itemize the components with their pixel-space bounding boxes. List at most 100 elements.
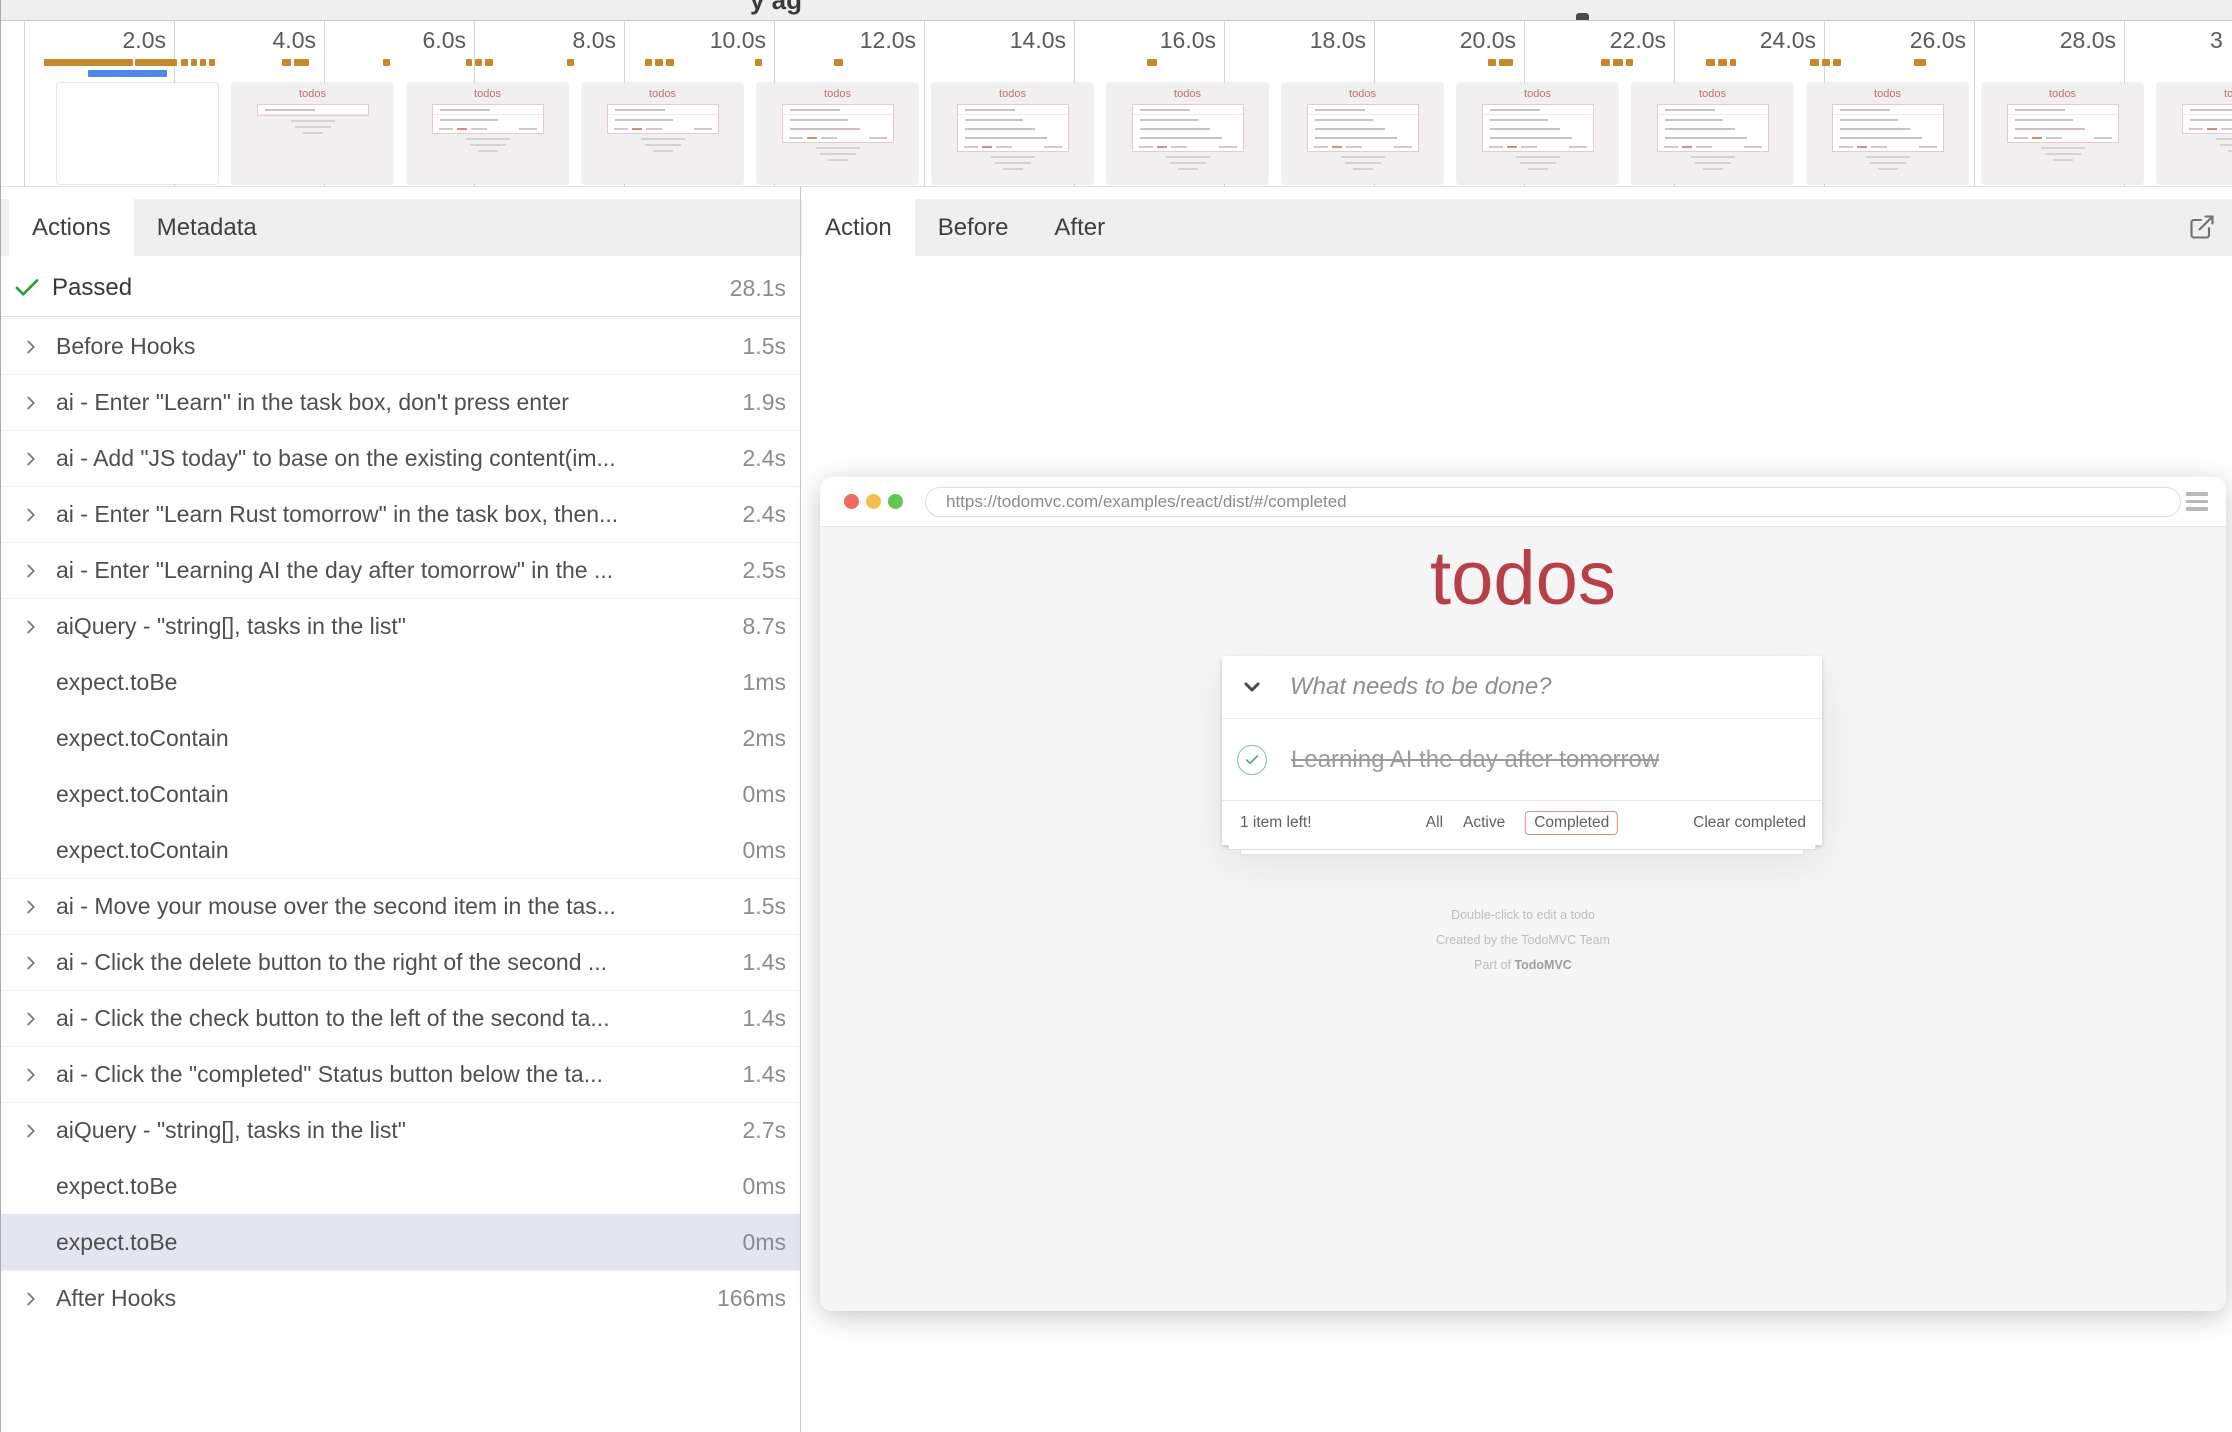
chevron-right-icon[interactable] (20, 616, 42, 638)
timeline-tick-label: 18.0s (1310, 27, 1366, 54)
filmstrip-thumbnail[interactable] (57, 83, 218, 184)
new-todo-input[interactable]: What needs to be done? (1290, 673, 1552, 701)
action-row[interactable]: ai - Enter "Learn Rust tomorrow" in the … (0, 486, 800, 542)
action-row[interactable]: expect.toContain2ms (0, 710, 800, 766)
action-row[interactable]: ai - Enter "Learn" in the task box, don'… (0, 374, 800, 430)
action-row[interactable]: aiQuery - "string[], tasks in the list"2… (0, 1102, 800, 1158)
action-row[interactable]: expect.toContain0ms (0, 822, 800, 878)
mini-todos-title: todos (1632, 89, 1793, 100)
action-label: ai - Enter "Learning AI the day after to… (56, 557, 733, 584)
action-label: expect.toBe (56, 1229, 733, 1256)
tab-action[interactable]: Action (802, 199, 915, 256)
timeline-action-mark (834, 59, 843, 66)
page-info-footer: Double-click to edit a todo Created by t… (820, 903, 2226, 978)
left-tabbar: Actions Metadata (0, 199, 800, 256)
timeline-action-mark (1626, 59, 1633, 66)
chevron-right-icon[interactable] (20, 560, 42, 582)
clear-completed-button[interactable]: Clear completed (1693, 814, 1806, 832)
action-label: expect.toBe (56, 1173, 733, 1200)
tab-after[interactable]: After (1031, 199, 1128, 256)
filter-active[interactable]: Active (1463, 814, 1505, 832)
filmstrip-thumbnail[interactable]: todos (1632, 83, 1793, 184)
chevron-right-icon[interactable] (20, 504, 42, 526)
tab-before[interactable]: Before (915, 199, 1032, 256)
chevron-right-icon[interactable] (20, 448, 42, 470)
zoom-window-icon (888, 494, 903, 509)
panel-divider[interactable] (800, 187, 801, 1432)
action-row[interactable]: expect.toBe1ms (0, 654, 800, 710)
action-duration: 2ms (733, 725, 800, 752)
filmstrip-thumbnail[interactable]: todos (1457, 83, 1618, 184)
mini-todos-title: todos (1982, 89, 2143, 100)
action-row[interactable]: ai - Move your mouse over the second ite… (0, 878, 800, 934)
timeline-action-mark (645, 59, 652, 66)
timeline-selected-range-bar (88, 70, 167, 77)
timeline-action-mark (466, 59, 472, 66)
filmstrip-thumbnail[interactable]: todos (1107, 83, 1268, 184)
todo-item[interactable]: Learning AI the day after tomorrow (1222, 718, 1822, 800)
timeline-action-mark (135, 59, 177, 66)
filter-completed[interactable]: Completed (1525, 811, 1618, 835)
action-row[interactable]: ai - Click the check button to the left … (0, 990, 800, 1046)
action-label: aiQuery - "string[], tasks in the list" (56, 613, 733, 640)
test-status-row[interactable]: Passed 28.1s (0, 262, 800, 314)
action-row[interactable]: ai - Click the "completed" Status button… (0, 1046, 800, 1102)
filmstrip-thumbnail[interactable]: todos (1282, 83, 1443, 184)
chevron-right-icon[interactable] (20, 336, 42, 358)
mini-todos-title: todos (582, 89, 743, 100)
chevron-right-icon[interactable] (20, 392, 42, 414)
timeline-action-mark (1601, 59, 1610, 66)
filmstrip-thumbnail[interactable]: todos (407, 83, 568, 184)
new-todo-row: What needs to be done? (1222, 656, 1822, 718)
timeline-action-mark (1914, 59, 1926, 66)
action-row[interactable]: expect.toContain0ms (0, 766, 800, 822)
action-label: ai - Add "JS today" to base on the exist… (56, 445, 733, 472)
timeline-tick-label: 12.0s (860, 27, 916, 54)
filmstrip-thumbnail[interactable]: todos (932, 83, 1093, 184)
action-row[interactable]: expect.toBe0ms (0, 1158, 800, 1214)
todomvc-page: todos What needs to be done? Learning AI… (820, 527, 2226, 1310)
address-bar[interactable]: https://todomvc.com/examples/react/dist/… (925, 487, 2181, 517)
timeline-action-mark (1706, 59, 1715, 66)
divider (0, 316, 800, 317)
chevron-right-icon[interactable] (20, 1064, 42, 1086)
chevron-right-icon[interactable] (20, 1120, 42, 1142)
filmstrip-thumbnail[interactable]: todos (232, 83, 393, 184)
tab-metadata[interactable]: Metadata (134, 199, 280, 256)
action-duration: 1.9s (733, 389, 800, 416)
mini-todos-title: todos (1107, 89, 1268, 100)
action-row[interactable]: aiQuery - "string[], tasks in the list"8… (0, 598, 800, 654)
action-label: expect.toContain (56, 781, 733, 808)
action-row[interactable]: ai - Add "JS today" to base on the exist… (0, 430, 800, 486)
action-duration: 1.4s (733, 1061, 800, 1088)
action-row[interactable]: Before Hooks1.5s (0, 318, 800, 374)
action-row[interactable]: ai - Click the delete button to the righ… (0, 934, 800, 990)
action-row[interactable]: After Hooks166ms (0, 1270, 800, 1326)
action-row[interactable]: expect.toBe0ms (0, 1214, 800, 1270)
menu-icon[interactable] (2186, 492, 2208, 511)
chevron-right-icon[interactable] (20, 952, 42, 974)
todo-checked-icon[interactable] (1237, 745, 1267, 775)
chevron-right-icon[interactable] (20, 896, 42, 918)
filter-all[interactable]: All (1426, 814, 1443, 832)
timeline-tick-label: 22.0s (1610, 27, 1666, 54)
action-row[interactable]: ai - Enter "Learning AI the day after to… (0, 542, 800, 598)
timeline-tick-label: 16.0s (1160, 27, 1216, 54)
tab-actions[interactable]: Actions (9, 199, 134, 256)
timeline-action-mark (1822, 59, 1830, 66)
filmstrip-thumbnail[interactable]: todos (1982, 83, 2143, 184)
action-duration: 1ms (733, 669, 800, 696)
filmstrip-thumbnail[interactable]: todos (1807, 83, 1968, 184)
chevron-right-icon[interactable] (20, 1008, 42, 1030)
mini-todos-title: todos (407, 89, 568, 100)
page-title: todos (820, 535, 2226, 622)
open-external-icon[interactable] (2188, 213, 2216, 241)
filmstrip-thumbnail[interactable]: todos (757, 83, 918, 184)
todo-card: What needs to be done? Learning AI the d… (1222, 656, 1822, 845)
filmstrip-thumbnail[interactable]: todos (2157, 83, 2232, 184)
filmstrip-thumbnail[interactable]: todos (582, 83, 743, 184)
timeline-grid[interactable]: 2.0s4.0s6.0s8.0s10.0s12.0s14.0s16.0s18.0… (0, 20, 2232, 187)
chevron-right-icon[interactable] (20, 1288, 42, 1310)
mini-todos-title: todos (1807, 89, 1968, 100)
toggle-all-chevron-down-icon[interactable] (1240, 675, 1264, 699)
